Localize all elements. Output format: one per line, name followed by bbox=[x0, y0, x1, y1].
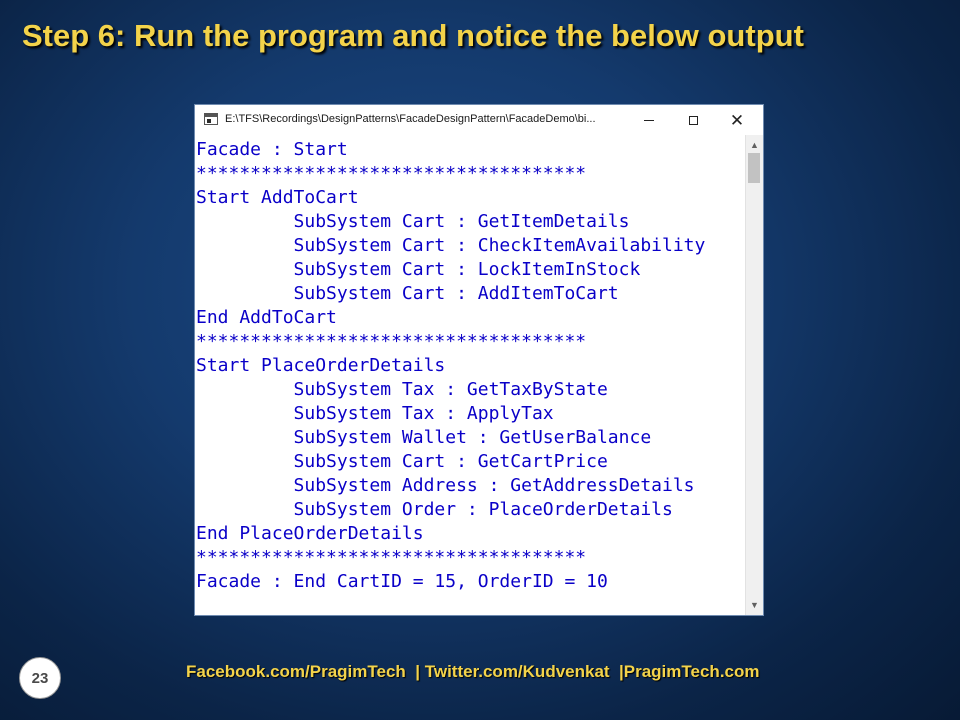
minimize-icon bbox=[644, 119, 654, 121]
console-line: SubSystem Cart : LockItemInStock bbox=[196, 259, 641, 280]
console-line: SubSystem Tax : ApplyTax bbox=[196, 403, 554, 424]
console-output[interactable]: Facade : Start *************************… bbox=[195, 138, 745, 615]
console-line: SubSystem Tax : GetTaxByState bbox=[196, 379, 608, 400]
maximize-button[interactable] bbox=[671, 105, 715, 135]
console-line: End AddToCart bbox=[196, 307, 337, 328]
minimize-button[interactable] bbox=[627, 105, 671, 135]
scroll-up-icon[interactable]: ▲ bbox=[746, 137, 763, 153]
window-titlebar[interactable]: E:\TFS\Recordings\DesignPatterns\FacadeD… bbox=[195, 105, 763, 135]
maximize-icon bbox=[688, 115, 698, 125]
console-app-icon bbox=[204, 113, 218, 125]
scroll-thumb[interactable] bbox=[748, 153, 760, 183]
console-line: Facade : Start bbox=[196, 139, 348, 160]
slide-number: 23 bbox=[19, 657, 61, 699]
console-line: SubSystem Cart : CheckItemAvailability bbox=[196, 235, 706, 256]
console-line: SubSystem Order : PlaceOrderDetails bbox=[196, 499, 673, 520]
console-line: SubSystem Cart : AddItemToCart bbox=[196, 283, 619, 304]
console-line: ************************************ bbox=[196, 547, 587, 568]
scroll-down-icon[interactable]: ▼ bbox=[746, 597, 763, 613]
footer-links: Facebook.com/PragimTech | Twitter.com/Ku… bbox=[186, 662, 760, 681]
console-line: SubSystem Address : GetAddressDetails bbox=[196, 475, 695, 496]
console-line: Facade : End CartID = 15, OrderID = 10 bbox=[196, 571, 608, 592]
slide-title: Step 6: Run the program and notice the b… bbox=[22, 18, 804, 53]
vertical-scrollbar[interactable]: ▲ ▼ bbox=[745, 135, 763, 615]
console-line: Start PlaceOrderDetails bbox=[196, 355, 446, 376]
close-icon: ✕ bbox=[729, 110, 745, 130]
console-line: SubSystem Wallet : GetUserBalance bbox=[196, 427, 652, 448]
close-button[interactable]: ✕ bbox=[715, 105, 759, 135]
console-window[interactable]: E:\TFS\Recordings\DesignPatterns\FacadeD… bbox=[194, 104, 764, 616]
console-line: ************************************ bbox=[196, 163, 587, 184]
console-line: SubSystem Cart : GetCartPrice bbox=[196, 451, 608, 472]
window-title: E:\TFS\Recordings\DesignPatterns\FacadeD… bbox=[225, 113, 596, 125]
console-line: End PlaceOrderDetails bbox=[196, 523, 424, 544]
console-line: ************************************ bbox=[196, 331, 587, 352]
console-line: SubSystem Cart : GetItemDetails bbox=[196, 211, 630, 232]
console-line: Start AddToCart bbox=[196, 187, 359, 208]
